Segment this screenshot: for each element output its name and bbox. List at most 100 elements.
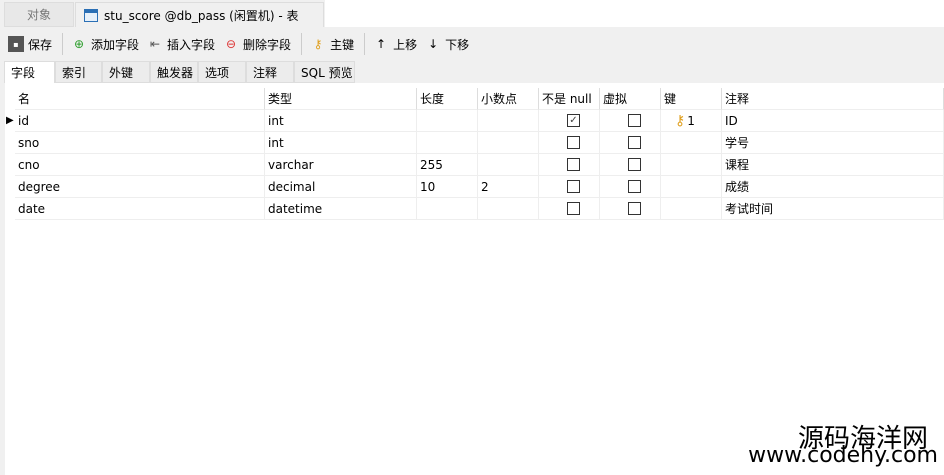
col-virtual[interactable]: 虚拟 bbox=[600, 88, 661, 110]
not-null-checkbox[interactable] bbox=[567, 136, 580, 149]
tab-comment[interactable]: 注释 bbox=[246, 61, 294, 83]
primary-key-button[interactable]: ⚷ 主键 bbox=[310, 36, 354, 53]
key-cell[interactable] bbox=[661, 198, 722, 220]
tab-indexes[interactable]: 索引 bbox=[55, 61, 102, 83]
add-field-label: 添加字段 bbox=[91, 37, 140, 52]
field-comment[interactable]: 成绩 bbox=[722, 176, 944, 198]
tab-fields[interactable]: 字段 bbox=[4, 61, 55, 83]
table-row[interactable]: ▶ id int ✓ ⚷ 1 ID bbox=[5, 110, 944, 132]
field-decimals[interactable] bbox=[478, 154, 539, 176]
field-decimals[interactable] bbox=[478, 132, 539, 154]
col-length[interactable]: 长度 bbox=[417, 88, 478, 110]
divider bbox=[301, 33, 303, 55]
key-cell[interactable] bbox=[661, 132, 722, 154]
add-field-icon: ⊕ bbox=[73, 37, 85, 51]
move-down-label: 下移 bbox=[445, 37, 470, 52]
insert-field-label: 插入字段 bbox=[167, 37, 216, 52]
key-cell[interactable]: ⚷ 1 bbox=[661, 110, 722, 132]
arrow-down-icon: ↓ bbox=[428, 37, 439, 51]
virtual-checkbox[interactable] bbox=[628, 136, 641, 149]
save-button[interactable]: ▪ 保存 bbox=[8, 36, 52, 53]
field-decimals[interactable]: 2 bbox=[478, 176, 539, 198]
field-name[interactable]: sno bbox=[15, 132, 265, 154]
subtab-bar: 字段 索引 外键 触发器 选项 注释 SQL 预览 bbox=[0, 61, 944, 83]
not-null-cell bbox=[539, 132, 600, 154]
add-field-button[interactable]: ⊕ 添加字段 bbox=[71, 36, 139, 53]
virtual-checkbox[interactable] bbox=[628, 180, 641, 193]
field-type[interactable]: decimal bbox=[265, 176, 417, 198]
tab-table-design[interactable]: stu_score @db_pass (闲置机) - 表 bbox=[75, 2, 324, 27]
not-null-cell bbox=[539, 154, 600, 176]
table-row[interactable]: sno int 学号 bbox=[5, 132, 944, 154]
virtual-cell bbox=[600, 110, 661, 132]
field-length[interactable]: 10 bbox=[417, 176, 478, 198]
field-comment[interactable]: 考试时间 bbox=[722, 198, 944, 220]
fields-grid: 名 类型 长度 小数点 不是 null 虚拟 键 注释 ▶ id int ✓ ⚷… bbox=[0, 83, 944, 475]
col-name[interactable]: 名 bbox=[15, 88, 265, 110]
col-key[interactable]: 键 bbox=[661, 88, 722, 110]
not-null-checkbox[interactable] bbox=[567, 180, 580, 193]
insert-field-button[interactable]: ⇤ 插入字段 bbox=[147, 36, 215, 53]
watermark-url: www.codehy.com bbox=[748, 443, 938, 468]
virtual-checkbox[interactable] bbox=[628, 202, 641, 215]
primary-key-label: 主键 bbox=[330, 37, 355, 52]
move-up-button[interactable]: ↑ 上移 bbox=[373, 36, 417, 53]
col-decimals[interactable]: 小数点 bbox=[478, 88, 539, 110]
field-length[interactable] bbox=[417, 198, 478, 220]
field-name[interactable]: id bbox=[15, 110, 265, 132]
delete-field-label: 删除字段 bbox=[243, 37, 292, 52]
virtual-cell bbox=[600, 132, 661, 154]
col-type[interactable]: 类型 bbox=[265, 88, 417, 110]
not-null-checkbox[interactable] bbox=[567, 202, 580, 215]
tab-triggers[interactable]: 触发器 bbox=[150, 61, 198, 83]
tab-options[interactable]: 选项 bbox=[198, 61, 246, 83]
divider bbox=[62, 33, 64, 55]
table-edit-icon bbox=[84, 8, 98, 22]
col-not-null[interactable]: 不是 null bbox=[539, 88, 600, 110]
tab-label: stu_score @db_pass (闲置机) - 表 bbox=[104, 8, 299, 23]
virtual-cell bbox=[600, 198, 661, 220]
table-row[interactable]: date datetime 考试时间 bbox=[5, 198, 944, 220]
field-name[interactable]: cno bbox=[15, 154, 265, 176]
current-row-indicator-icon: ▶ bbox=[6, 115, 14, 126]
tab-label: 对象 bbox=[26, 8, 51, 22]
not-null-cell bbox=[539, 176, 600, 198]
field-comment[interactable]: 课程 bbox=[722, 154, 944, 176]
insert-field-icon: ⇤ bbox=[150, 37, 161, 51]
not-null-cell: ✓ bbox=[539, 110, 600, 132]
move-down-button[interactable]: ↓ 下移 bbox=[425, 36, 469, 53]
tab-objects[interactable]: 对象 bbox=[4, 2, 74, 27]
field-length[interactable]: 255 bbox=[417, 154, 478, 176]
field-comment[interactable]: 学号 bbox=[722, 132, 944, 154]
grid-header: 名 类型 长度 小数点 不是 null 虚拟 键 注释 bbox=[5, 88, 944, 110]
field-decimals[interactable] bbox=[478, 110, 539, 132]
table-row[interactable]: cno varchar 255 课程 bbox=[5, 154, 944, 176]
field-name[interactable]: date bbox=[15, 198, 265, 220]
not-null-checkbox[interactable] bbox=[567, 158, 580, 171]
field-type[interactable]: int bbox=[265, 110, 417, 132]
tab-foreign-keys[interactable]: 外键 bbox=[102, 61, 150, 83]
field-name[interactable]: degree bbox=[15, 176, 265, 198]
tab-sql-preview[interactable]: SQL 预览 bbox=[294, 61, 355, 83]
col-comment[interactable]: 注释 bbox=[722, 88, 944, 110]
virtual-checkbox[interactable] bbox=[628, 158, 641, 171]
field-type[interactable]: varchar bbox=[265, 154, 417, 176]
move-up-label: 上移 bbox=[393, 37, 418, 52]
field-length[interactable] bbox=[417, 110, 478, 132]
table-row[interactable]: degree decimal 10 2 成绩 bbox=[5, 176, 944, 198]
virtual-cell bbox=[600, 176, 661, 198]
field-decimals[interactable] bbox=[478, 198, 539, 220]
delete-field-button[interactable]: ⊖ 删除字段 bbox=[223, 36, 291, 53]
virtual-checkbox[interactable] bbox=[628, 114, 641, 127]
field-comment[interactable]: ID bbox=[722, 110, 944, 132]
key-order: 1 bbox=[687, 113, 695, 128]
virtual-cell bbox=[600, 154, 661, 176]
not-null-checkbox[interactable]: ✓ bbox=[567, 114, 580, 127]
toolbar: ▪ 保存 ⊕ 添加字段 ⇤ 插入字段 ⊖ 删除字段 ⚷ 主键 ↑ 上移 ↓ 下移 bbox=[0, 27, 944, 61]
field-length[interactable] bbox=[417, 132, 478, 154]
key-cell[interactable] bbox=[661, 176, 722, 198]
save-icon: ▪ bbox=[8, 36, 24, 52]
field-type[interactable]: datetime bbox=[265, 198, 417, 220]
field-type[interactable]: int bbox=[265, 132, 417, 154]
key-cell[interactable] bbox=[661, 154, 722, 176]
